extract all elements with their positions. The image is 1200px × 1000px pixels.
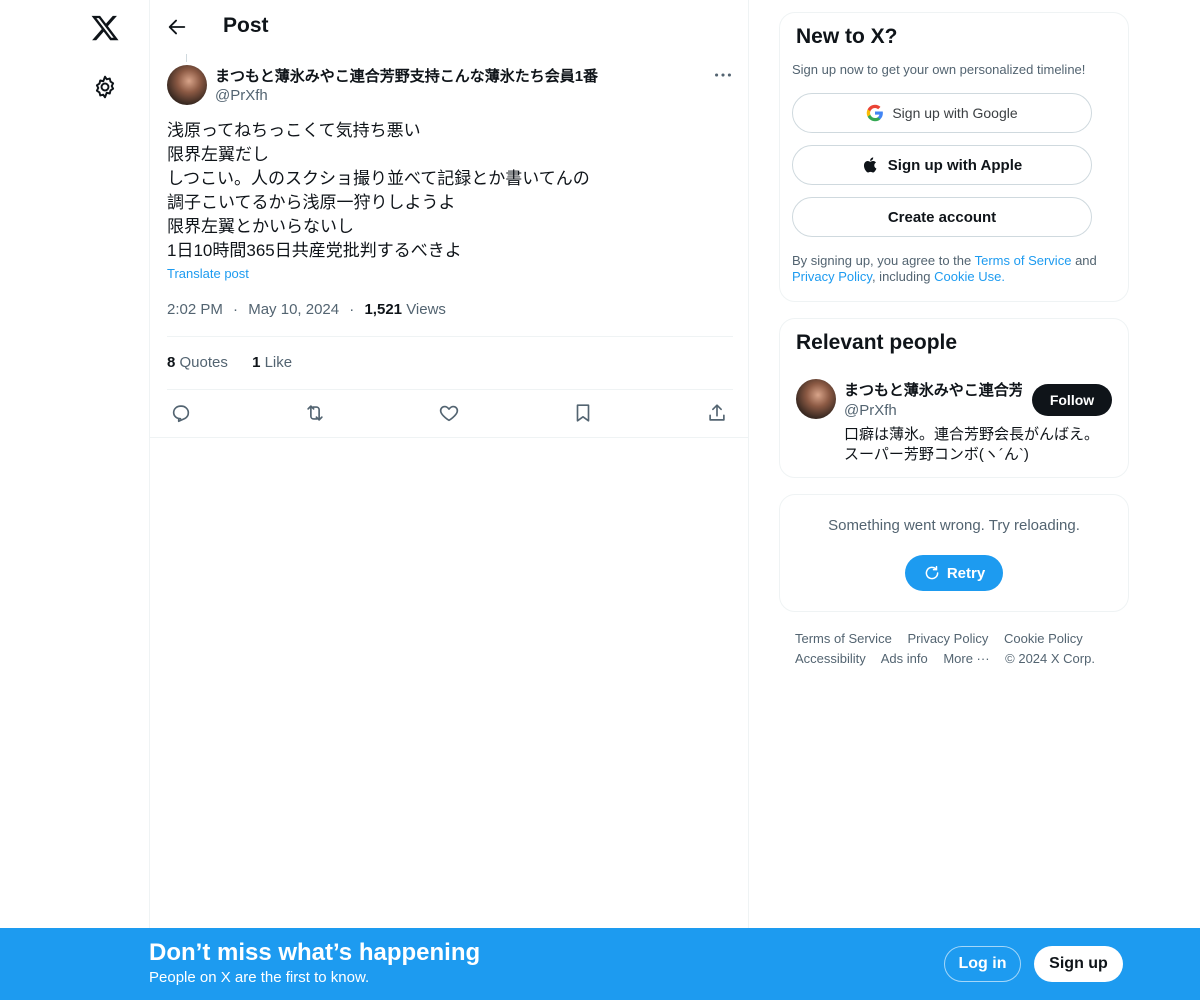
google-logo-icon xyxy=(867,104,884,122)
banner-subtitle: People on X are the first to know. xyxy=(149,969,370,986)
retry-label: Retry xyxy=(946,564,986,582)
post-text: 浅原ってねちっこくて気持ち悪い 限界左翼だし しつこい。人のスクショ撮り並べて記… xyxy=(167,121,590,260)
more-dots-icon[interactable] xyxy=(712,64,734,86)
legal-and: and xyxy=(1075,253,1097,268)
footer-cookie-link[interactable]: Cookie Policy xyxy=(1004,631,1083,646)
left-nav xyxy=(0,0,150,1000)
relevant-person-name[interactable]: まつもと薄氷みやこ連合芳野支持こんな薄氷たち会員1番 xyxy=(844,379,1022,400)
arrow-left-icon[interactable] xyxy=(166,16,188,38)
main-column: Post まつもと薄氷みやこ連合芳野支持こんな薄氷たち会員1番 @PrXfh 浅… xyxy=(149,0,749,1000)
footer-links: Terms of Service Privacy Policy Cookie P… xyxy=(795,629,1115,669)
meta-separator: · xyxy=(233,301,239,318)
quotes-label: Quotes xyxy=(179,354,228,371)
error-card: Something went wrong. Try reloading. Ret… xyxy=(779,494,1129,612)
page-title: Post xyxy=(223,14,269,37)
reply-icon[interactable] xyxy=(170,402,192,424)
views-count: 1,521 xyxy=(364,301,403,318)
signup-legal-text: By signing up, you agree to the Terms of… xyxy=(792,253,1122,285)
x-logo-icon[interactable] xyxy=(90,13,120,43)
terms-link[interactable]: Terms of Service xyxy=(975,253,1072,268)
relevant-person-handle[interactable]: @PrXfh xyxy=(844,402,897,419)
relevant-person-avatar[interactable] xyxy=(796,379,836,419)
signup-apple-label: Sign up with Apple xyxy=(887,156,1023,174)
footer-ads-link[interactable]: Ads info xyxy=(881,651,928,666)
error-message: Something went wrong. Try reloading. xyxy=(828,517,1080,534)
signup-google-button[interactable]: Sign up with Google xyxy=(792,93,1092,133)
heart-icon[interactable] xyxy=(438,402,460,424)
privacy-link[interactable]: Privacy Policy xyxy=(792,269,872,284)
apple-logo-icon xyxy=(863,157,877,173)
post-date[interactable]: May 10, 2024 xyxy=(248,301,339,318)
divider xyxy=(167,389,733,390)
signup-button[interactable]: Sign up xyxy=(1034,946,1123,982)
thread-line xyxy=(186,54,187,62)
likes-stat[interactable]: 1 Like xyxy=(252,354,292,371)
cookie-use-link[interactable]: Cookie Use. xyxy=(934,269,1005,284)
translate-post-link[interactable]: Translate post xyxy=(167,266,249,281)
post-stats: 8 Quotes 1 Like xyxy=(167,354,312,371)
create-account-label: Create account xyxy=(887,208,997,226)
login-button[interactable]: Log in xyxy=(944,946,1021,982)
footer-copyright: © 2024 X Corp. xyxy=(1005,651,1095,666)
login-banner: Don’t miss what’s happening People on X … xyxy=(0,928,1200,1000)
author-handle[interactable]: @PrXfh xyxy=(215,87,268,104)
divider xyxy=(167,336,733,337)
signup-apple-button[interactable]: Sign up with Apple xyxy=(792,145,1092,185)
relevant-people-card: Relevant people まつもと薄氷みやこ連合芳野支持こんな薄氷たち会員… xyxy=(779,318,1129,478)
author-name[interactable]: まつもと薄氷みやこ連合芳野支持こんな薄氷たち会員1番 xyxy=(215,65,598,86)
repost-icon[interactable] xyxy=(304,402,326,424)
retry-button[interactable]: Retry xyxy=(905,555,1003,591)
quotes-stat[interactable]: 8 Quotes xyxy=(167,354,232,371)
meta-separator: · xyxy=(349,301,355,318)
gear-icon[interactable] xyxy=(92,74,118,100)
quotes-count: 8 xyxy=(167,354,176,371)
bookmark-icon[interactable] xyxy=(572,402,594,424)
create-account-button[interactable]: Create account xyxy=(792,197,1092,237)
refresh-icon xyxy=(925,565,939,580)
follow-button[interactable]: Follow xyxy=(1032,384,1112,416)
footer-terms-link[interactable]: Terms of Service xyxy=(795,631,892,646)
views-label: Views xyxy=(406,301,446,318)
likes-count: 1 xyxy=(252,354,261,371)
signup-card-subtitle: Sign up now to get your own personalized… xyxy=(792,62,1086,77)
share-icon[interactable] xyxy=(706,402,728,424)
relevant-people-title: Relevant people xyxy=(796,331,958,354)
post-time[interactable]: 2:02 PM xyxy=(167,301,223,318)
likes-label: Like xyxy=(264,354,293,371)
divider xyxy=(150,437,749,438)
legal-including: , including xyxy=(871,269,931,284)
post-meta: 2:02 PM · May 10, 2024 · 1,521 Views xyxy=(167,301,446,318)
relevant-person-bio: 口癖は薄氷。連合芳野会長がんばえ。 スーパー芳野コンボ(ヽ´ん`) xyxy=(844,426,1100,463)
banner-title: Don’t miss what’s happening xyxy=(149,939,481,966)
footer-accessibility-link[interactable]: Accessibility xyxy=(795,651,866,666)
action-bar xyxy=(170,402,730,424)
legal-prefix: By signing up, you agree to the xyxy=(792,253,972,268)
footer-privacy-link[interactable]: Privacy Policy xyxy=(907,631,988,646)
signup-card: New to X? Sign up now to get your own pe… xyxy=(779,12,1129,302)
signup-google-label: Sign up with Google xyxy=(892,105,1018,121)
author-avatar[interactable] xyxy=(167,65,207,105)
footer-more-link[interactable]: More ··· xyxy=(943,651,989,666)
signup-card-title: New to X? xyxy=(796,25,898,48)
